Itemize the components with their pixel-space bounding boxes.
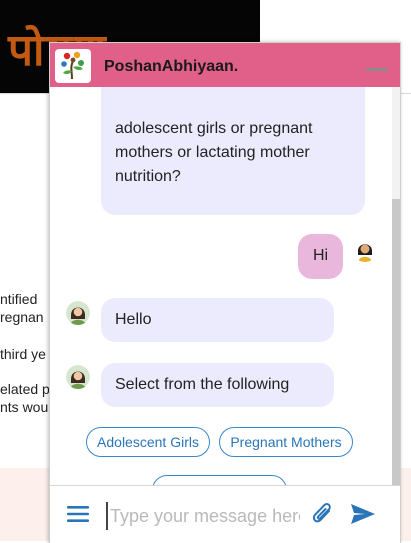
chat-scrollbar-thumb[interactable] [392,199,400,485]
user-avatar-icon [353,238,377,262]
poshan-logo-icon [55,49,91,83]
quick-reply-lactating-mothers[interactable]: Lactating Mothers [152,475,287,485]
chat-header[interactable]: PoshanAbhiyaan. [50,43,400,87]
user-message: Hi [298,234,343,279]
bot-message: Select from the following [101,363,334,407]
chat-input-bar [50,485,400,543]
send-icon[interactable] [350,502,376,526]
minimize-icon[interactable] [366,68,388,71]
message-input[interactable] [106,502,302,530]
page-text-line: third ye [0,346,46,362]
quick-reply-pregnant-mothers[interactable]: Pregnant Mothers [219,427,353,457]
bot-avatar-icon [66,301,90,325]
bot-message: adolescent girls or pregnant mothers or … [101,87,365,215]
bot-avatar-icon [66,365,90,389]
page-text-line: elated p [0,381,50,397]
menu-icon[interactable] [67,505,89,523]
bot-message: Hello [101,298,334,342]
page-text-line: ntified [0,291,38,307]
page-text-line: nts wou [0,399,49,415]
page-text-line: regnan [0,309,44,325]
paperclip-icon[interactable] [312,501,334,527]
chat-title: PoshanAbhiyaan. [104,58,239,75]
chat-widget: PoshanAbhiyaan. adolescent girls or preg… [49,42,401,543]
quick-reply-adolescent-girls[interactable]: Adolescent Girls [86,427,210,457]
message-list: adolescent girls or pregnant mothers or … [50,87,400,485]
